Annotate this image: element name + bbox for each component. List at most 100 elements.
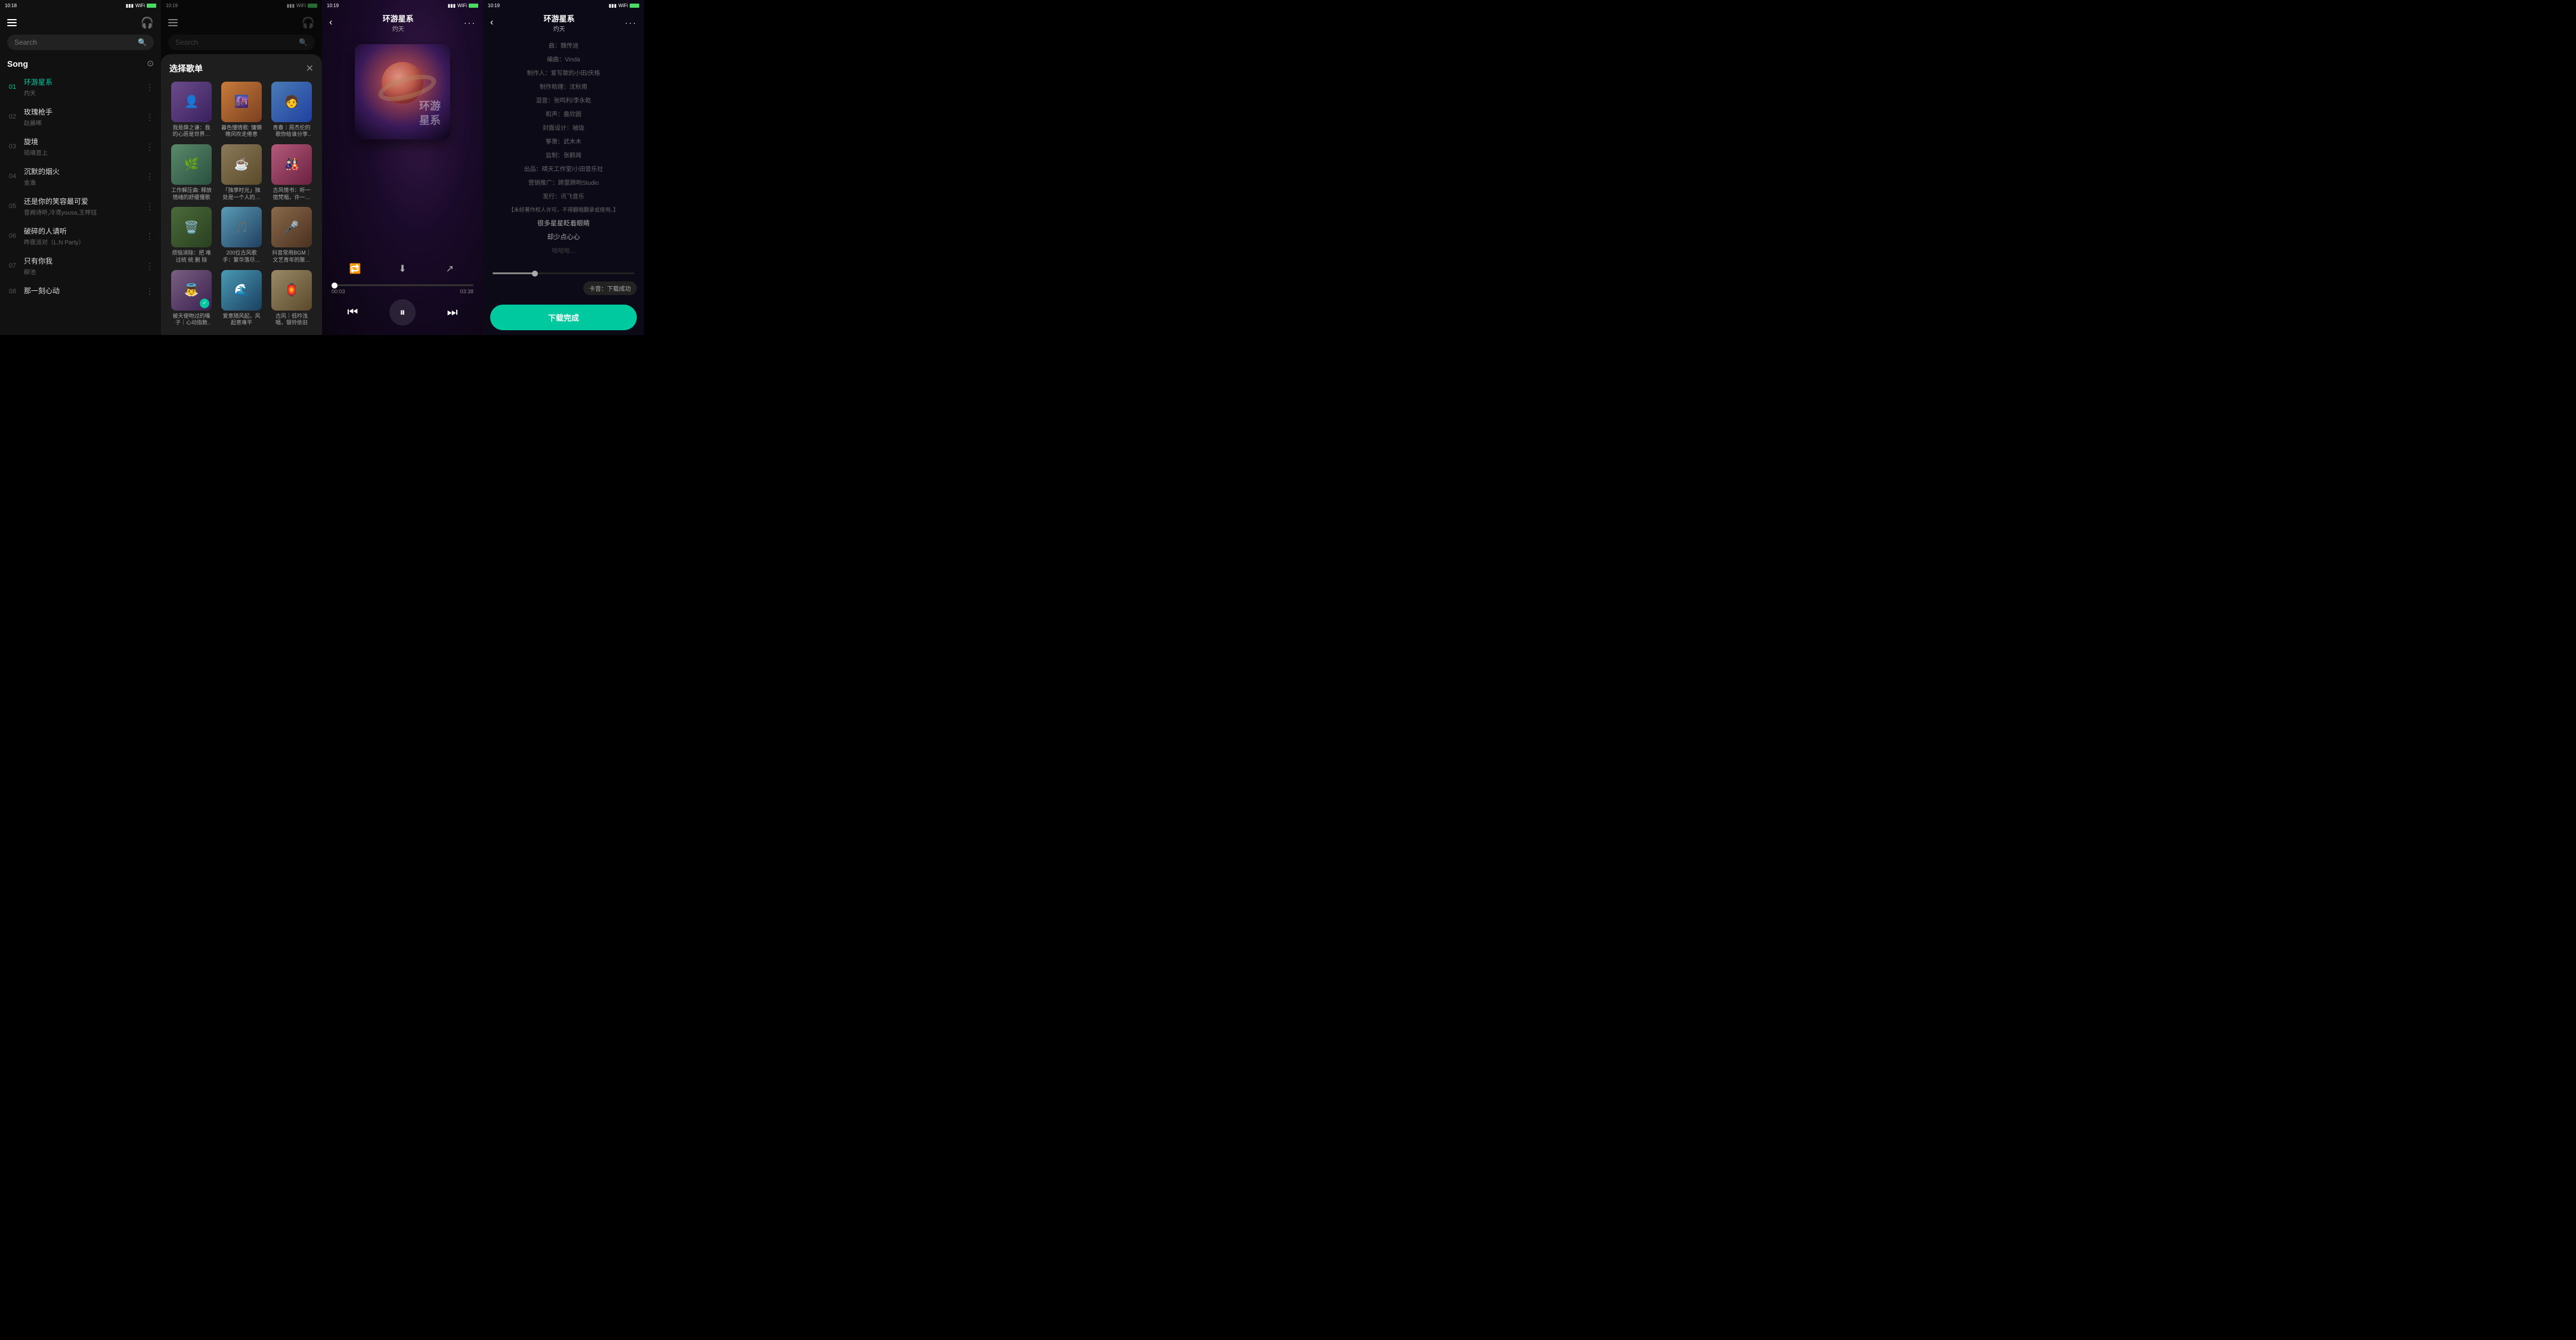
credit-line: 营销推广：蹄里蹄哟Studio xyxy=(493,176,634,190)
playlist-label: 被天使吻过的嗓子｜心动指数100% xyxy=(171,313,212,327)
playlist-item[interactable]: 🧑 青春｜周杰伦的歌你给谁分享过？ xyxy=(270,82,314,138)
playlist-label: 暮色慢情歌: 慵懒晚风吹走倦意 xyxy=(221,125,262,138)
progress-total: 03:38 xyxy=(460,289,473,294)
album-art-container: 环游星系 xyxy=(322,35,483,147)
album-art-inner: 环游星系 xyxy=(355,44,450,139)
playlist-item[interactable]: 👼 ✓ 被天使吻过的嗓子｜心动指数100% xyxy=(169,270,213,327)
repeat-button[interactable]: 🔁 xyxy=(346,259,365,278)
song-name: 沉默的烟火 xyxy=(24,166,140,176)
song-more[interactable]: ⋮ xyxy=(145,261,154,271)
playlist-thumb: 🎤 xyxy=(271,207,312,247)
list-item[interactable]: 06 破碎的人请听 昨夜派对（L.N Party） ⋮ xyxy=(0,221,161,251)
credit-line: 封面设计：袖珑 xyxy=(493,122,634,135)
more-options-button[interactable]: ··· xyxy=(464,18,476,27)
song-more[interactable]: ⋮ xyxy=(145,112,154,122)
list-item[interactable]: 03 旋境 琉璃音上 ⋮ xyxy=(0,132,161,162)
download-toast: 卡音：下载成功 xyxy=(583,281,637,295)
download-button[interactable]: ⬇ xyxy=(393,259,412,278)
playlist-item[interactable]: 🎵 200位古风歌手：繁华落尽，悠悠吟唱... xyxy=(219,207,264,263)
headphone-icon-1[interactable]: 🎧 xyxy=(141,17,154,29)
credit-line: 筝箫：武木木 xyxy=(493,135,634,149)
song-name: 只有你我 xyxy=(24,256,140,266)
credit-line: 和声：盎欣圆 xyxy=(493,108,634,122)
player-controls-area: 🔁 ⬇ ↗ 00:03 03:38 ⏮ ⏸ ⏭ xyxy=(322,147,483,335)
next-button[interactable]: ⏭ xyxy=(447,306,458,320)
status-bar-4: 10:19 ▮▮▮ WiFi xyxy=(483,0,644,11)
song-num: 03 xyxy=(7,143,18,150)
credits-content: 曲：魏传迪 编曲：Vinda 制作人：爱写歌的小田/庆格 制作助理：沈秋南 混音… xyxy=(483,35,644,270)
player-title: 环游星系 xyxy=(383,13,414,24)
playlist-label: 古风情书：听一宿梵唱，许一世柔情 xyxy=(271,187,312,201)
playlist-item[interactable]: 🗑️ 烦恼消除：把 难 过统 统 删 除 xyxy=(169,207,213,263)
playlist-item[interactable]: 🎤 抖音常用BGM｜文艺青年的聚会趴 xyxy=(270,207,314,263)
list-item[interactable]: 04 沉默的烟火 金渔 ⋮ xyxy=(0,162,161,191)
song-artist: 琉璃音上 xyxy=(24,148,140,157)
section-icon-1[interactable]: ⊙ xyxy=(147,58,154,69)
back-button-4[interactable]: ‹ xyxy=(490,17,493,28)
search-bar-1[interactable]: 🔍 xyxy=(7,35,154,50)
back-button[interactable]: ‹ xyxy=(329,17,332,28)
playlist-item[interactable]: 🏮 古风｜低吟浅唱，银铃依旧 xyxy=(270,270,314,327)
more-options-button-4[interactable]: ··· xyxy=(625,18,637,27)
panel-songlist-2: 10:19 ▮▮▮ WiFi 🎧 🔍 Song ⊙ 01 环游星系 灼天 ⋮ xyxy=(161,0,322,335)
playlist-item[interactable]: 🌊 爱意随风起，风起意难平 xyxy=(219,270,264,327)
song-more[interactable]: ⋮ xyxy=(145,201,154,212)
modal-close-button[interactable]: ✕ xyxy=(306,63,314,75)
credit-line: 制作人：爱写歌的小田/庆格 xyxy=(493,67,634,80)
credits-panel: 10:19 ▮▮▮ WiFi ‹ 环游星系 灼天 ··· 曲：魏传迪 编曲：Vi… xyxy=(483,0,644,335)
progress-dot-credits[interactable] xyxy=(532,271,538,277)
credit-line: 发行：讯飞音乐 xyxy=(493,190,634,204)
playlist-item[interactable]: 🎎 古风情书：听一宿梵唱，许一世柔情 xyxy=(270,144,314,201)
playlist-item[interactable]: 👤 我是薛之谦：我的心愿是世界和平 xyxy=(169,82,213,138)
section-title-1: Song xyxy=(7,59,28,69)
credit-line: 制作助理：沈秋南 xyxy=(493,80,634,94)
search-input-1[interactable] xyxy=(14,38,133,46)
progress-bar-credits[interactable] xyxy=(493,272,634,274)
song-more[interactable]: ⋮ xyxy=(145,172,154,182)
song-num: 07 xyxy=(7,262,18,269)
list-item[interactable]: 07 只有你我 柳池 ⋮ xyxy=(0,251,161,281)
song-name: 旋境 xyxy=(24,137,140,147)
song-artist: 灼天 xyxy=(24,88,140,97)
pause-button[interactable]: ⏸ xyxy=(389,299,416,325)
playlist-item[interactable]: 🌿 工作解压曲: 释放情绪的舒缓慢歌 xyxy=(169,144,213,201)
modal-overlay[interactable]: 选择歌单 ✕ 👤 我是薛之谦：我的心愿是世界和平 🌆 xyxy=(161,0,322,335)
lyrics-line: 很多星星眨着眼睛 xyxy=(493,217,634,231)
battery-4 xyxy=(630,4,639,8)
hamburger-menu-1[interactable] xyxy=(7,19,17,26)
list-item[interactable]: 08 那一刻心动 ⋮ xyxy=(0,281,161,302)
song-info: 旋境 琉璃音上 xyxy=(24,137,140,157)
song-more[interactable]: ⋮ xyxy=(145,286,154,296)
list-item[interactable]: 01 环游星系 灼天 ⋮ xyxy=(0,72,161,102)
progress-bar[interactable] xyxy=(332,284,473,286)
panel-songlist-1: 10:18 ▮▮▮ WiFi 🎧 🔍 Song ⊙ 01 环游星系 灼天 ⋮ 0 xyxy=(0,0,161,335)
list-item[interactable]: 02 玫瑰枪手 赵晨唏 ⋮ xyxy=(0,102,161,132)
download-complete-button[interactable]: 下载完成 xyxy=(490,305,637,330)
checked-badge: ✓ xyxy=(200,299,209,308)
list-item[interactable]: 05 还是你的笑容最可爱 音阙诗听,冷鸢yousa,王梓钰 ⋮ xyxy=(0,191,161,221)
album-art: 环游星系 xyxy=(355,44,450,139)
lyrics-line-faded: 哈哈哈... xyxy=(493,245,634,258)
credits-top-bar: ‹ 环游星系 灼天 ··· xyxy=(483,11,644,35)
progress-current: 00:03 xyxy=(332,289,345,294)
player-artist: 灼天 xyxy=(383,24,414,33)
song-num: 05 xyxy=(7,203,18,210)
playlist-thumb: 🌊 xyxy=(221,270,262,311)
player-title-area: 环游星系 灼天 xyxy=(383,13,414,33)
song-more[interactable]: ⋮ xyxy=(145,82,154,92)
song-more[interactable]: ⋮ xyxy=(145,142,154,152)
playlist-thumb: ☕ xyxy=(221,144,262,185)
previous-button[interactable]: ⏮ xyxy=(347,306,358,320)
playlist-item[interactable]: 🌆 暮色慢情歌: 慵懒晚风吹走倦意 xyxy=(219,82,264,138)
player-panel: 10:19 ▮▮▮ WiFi ‹ 环游星系 灼天 ··· 环游星系 xyxy=(322,0,483,335)
share-button[interactable]: ↗ xyxy=(440,259,459,278)
song-more[interactable]: ⋮ xyxy=(145,231,154,241)
section-header-1: Song ⊙ xyxy=(0,55,161,72)
progress-dot[interactable] xyxy=(332,283,338,289)
playlist-item[interactable]: ☕ 「独享时光」独处是一个人的清欢 xyxy=(219,144,264,201)
playlist-label: 「独享时光」独处是一个人的清欢 xyxy=(221,187,262,201)
battery-1 xyxy=(147,4,156,8)
progress-times: 00:03 03:38 xyxy=(332,289,473,294)
song-num: 06 xyxy=(7,232,18,240)
credit-line: 【未经著作权人许可，不得翻唱翻录或使用。】 xyxy=(493,204,634,217)
